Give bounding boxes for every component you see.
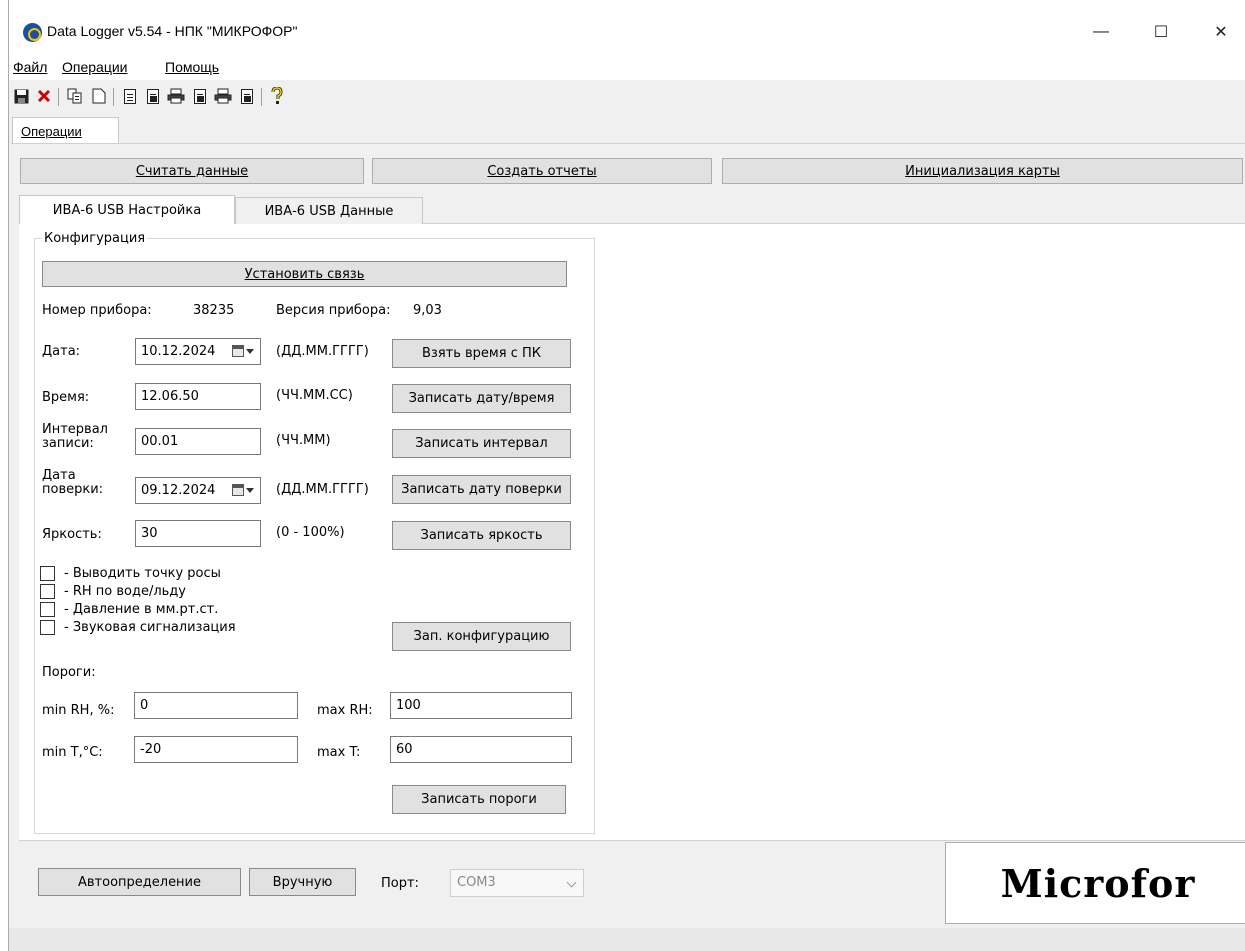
verify-label-line1: Дата	[42, 468, 76, 483]
new-doc-icon[interactable]	[89, 86, 109, 106]
min-rh-label: min RH, %:	[42, 703, 115, 718]
read-data-label: Считать данные	[135, 163, 249, 179]
calendar-dropdown-icon[interactable]	[232, 345, 254, 357]
menu-bar: Файл Операции Помощь	[9, 56, 1245, 80]
report2-icon[interactable]	[190, 86, 210, 106]
tab-settings[interactable]: ИВА-6 USB Настройка	[19, 195, 235, 224]
time-label: Время:	[42, 390, 90, 405]
rh-water-ice-checkbox[interactable]	[40, 584, 55, 599]
manual-button[interactable]: Вручную	[249, 868, 356, 896]
interval-label-line1: Интервал	[42, 422, 108, 437]
verify-format-hint: (ДД.ММ.ГГГГ)	[276, 482, 369, 497]
menu-operations[interactable]: Операции	[62, 59, 128, 75]
print2-icon[interactable]	[213, 86, 233, 106]
brightness-field[interactable]: 30	[135, 520, 261, 547]
device-number-label: Номер прибора:	[42, 303, 152, 318]
delete-icon[interactable]	[34, 86, 54, 106]
status-bar	[9, 928, 1245, 951]
chevron-down-icon	[566, 877, 577, 888]
min-rh-field[interactable]: 0	[134, 692, 298, 719]
brightness-format-hint: (0 - 100%)	[276, 525, 345, 540]
title-bar: Data Logger v5.54 - НПК "МИКРОФОР" — ☐ ✕	[9, 0, 1245, 56]
tab-operations-label: Операции	[21, 124, 82, 139]
read-data-button[interactable]: Считать данные	[20, 158, 364, 184]
min-t-label: min T,°C:	[42, 745, 103, 760]
date-picker-value: 10.12.2024	[141, 344, 216, 359]
close-button[interactable]: ✕	[1198, 18, 1244, 46]
date-picker[interactable]: 10.12.2024	[135, 338, 261, 365]
verify-date-picker[interactable]: 09.12.2024	[135, 477, 261, 504]
max-rh-label: max RH:	[317, 703, 373, 718]
interval-format-hint: (ЧЧ.ММ)	[276, 433, 331, 448]
interval-field[interactable]: 00.01	[135, 428, 261, 455]
dewpoint-label: - Выводить точку росы	[64, 566, 221, 581]
dewpoint-checkbox[interactable]	[40, 566, 55, 581]
report-icon[interactable]	[120, 86, 140, 106]
connect-label: Установить связь	[244, 266, 365, 282]
report3-icon[interactable]	[237, 86, 257, 106]
write-datetime-button[interactable]: Записать дату/время	[392, 384, 571, 413]
time-field[interactable]: 12.06.50	[135, 383, 261, 410]
rh-water-ice-label: - RH по воде/льду	[64, 584, 186, 599]
print-icon[interactable]	[166, 86, 186, 106]
init-card-label: Инициализация карты	[905, 163, 1060, 179]
init-card-button[interactable]: Инициализация карты	[722, 158, 1243, 184]
max-rh-field[interactable]: 100	[390, 692, 572, 719]
device-version-label: Версия прибора:	[276, 303, 391, 318]
max-t-field[interactable]: 60	[390, 736, 572, 763]
port-label: Порт:	[381, 876, 419, 891]
autodetect-button[interactable]: Автоопределение	[38, 868, 241, 896]
interval-label-line2: записи:	[42, 436, 94, 451]
save-icon[interactable]	[11, 86, 31, 106]
write-brightness-button[interactable]: Записать яркость	[392, 521, 571, 550]
pressure-mmhg-label: - Давление в мм.рт.ст.	[64, 602, 219, 617]
toolbar	[9, 82, 1245, 112]
minimize-button[interactable]: —	[1078, 18, 1124, 46]
verify-label-line2: поверки:	[42, 482, 104, 497]
report-dark-icon[interactable]	[143, 86, 163, 106]
date-label: Дата:	[42, 344, 81, 359]
verify-label: Дата поверки:	[42, 469, 103, 497]
device-version-value: 9,03	[413, 303, 442, 318]
divider	[19, 840, 1245, 841]
tab-data[interactable]: ИВА-6 USB Данные	[235, 197, 423, 224]
take-time-button[interactable]: Взять время с ПК	[392, 339, 571, 368]
min-t-field[interactable]: -20	[134, 736, 298, 763]
microfor-logo: Microfor	[945, 842, 1245, 924]
max-t-label: max T:	[317, 745, 361, 760]
brightness-label: Яркость:	[42, 527, 102, 542]
write-verify-button[interactable]: Записать дату поверки	[392, 475, 571, 504]
calendar-dropdown-icon[interactable]	[232, 484, 254, 496]
connect-button[interactable]: Установить связь	[42, 261, 567, 287]
sound-alarm-label: - Звуковая сигнализация	[64, 620, 236, 635]
write-config-button[interactable]: Зап. конфигурацию	[392, 622, 571, 651]
interval-label: Интервал записи:	[42, 423, 108, 451]
pressure-mmhg-checkbox[interactable]	[40, 602, 55, 617]
device-number-value: 38235	[193, 303, 235, 318]
copy-icon[interactable]	[65, 86, 85, 106]
port-select[interactable]: COM3	[450, 869, 584, 897]
time-format-hint: (ЧЧ.ММ.СС)	[276, 388, 353, 403]
sound-alarm-checkbox[interactable]	[40, 620, 55, 635]
help-icon[interactable]	[267, 86, 287, 106]
tab-operations[interactable]: Операции	[12, 117, 119, 144]
maximize-button[interactable]: ☐	[1138, 18, 1184, 46]
create-reports-label: Создать отчеты	[487, 163, 597, 179]
window-title: Data Logger v5.54 - НПК "МИКРОФОР"	[47, 23, 298, 39]
menu-help[interactable]: Помощь	[165, 59, 219, 75]
config-group-title: Конфигурация	[42, 231, 148, 246]
thresholds-label: Пороги:	[42, 665, 96, 680]
app-logo-icon	[23, 23, 42, 42]
main-window: Data Logger v5.54 - НПК "МИКРОФОР" — ☐ ✕…	[8, 0, 1245, 951]
write-interval-button[interactable]: Записать интервал	[392, 429, 571, 458]
date-format-hint: (ДД.ММ.ГГГГ)	[276, 344, 369, 359]
verify-date-value: 09.12.2024	[141, 483, 216, 498]
port-select-value: COM3	[457, 875, 496, 890]
menu-file[interactable]: Файл	[13, 59, 47, 75]
create-reports-button[interactable]: Создать отчеты	[372, 158, 712, 184]
write-thresholds-button[interactable]: Записать пороги	[392, 785, 566, 814]
